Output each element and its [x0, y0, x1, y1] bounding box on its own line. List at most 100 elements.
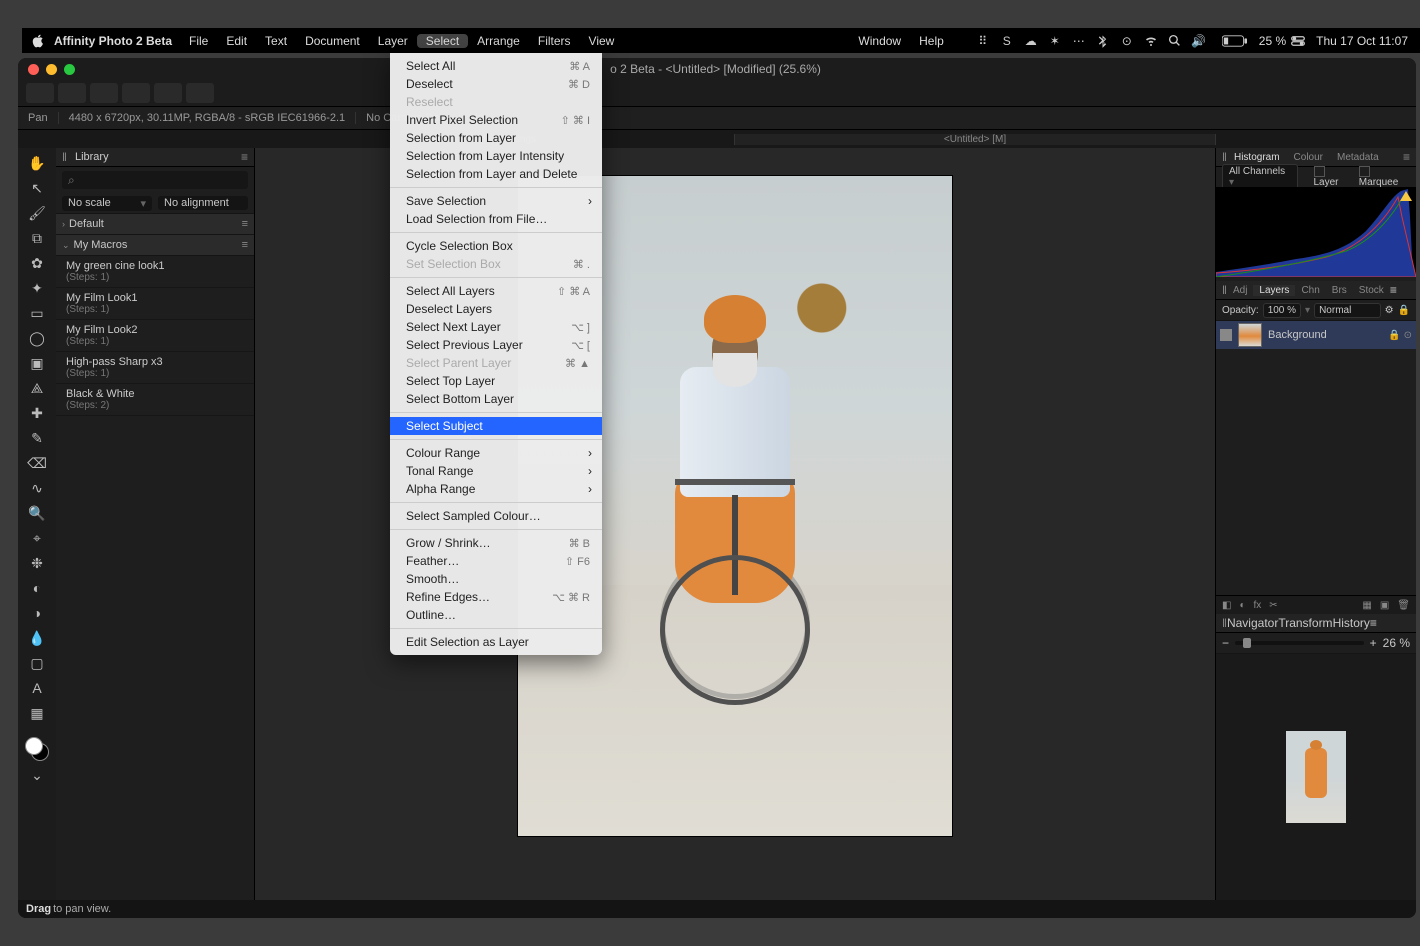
menu-window[interactable]: Window: [849, 34, 910, 48]
heal-tool[interactable]: ✚: [24, 402, 50, 424]
eraser-tool[interactable]: ⌫: [24, 452, 50, 474]
adjustment-icon[interactable]: ◐: [1239, 600, 1245, 611]
layer-item[interactable]: Background 🔒 ⊙: [1216, 321, 1416, 349]
layer-checkbox[interactable]: Layer: [1314, 166, 1351, 188]
zoom-in-button[interactable]: +: [1370, 636, 1377, 650]
panel-menu-icon[interactable]: ≡: [1370, 616, 1377, 630]
rect-tool[interactable]: ▢: [24, 652, 50, 674]
crop-tool[interactable]: ⧉: [24, 227, 50, 249]
menu-filters[interactable]: Filters: [529, 34, 580, 48]
smudge-tool[interactable]: ∿: [24, 477, 50, 499]
cloud-icon[interactable]: ☁: [1019, 34, 1043, 48]
menu-item[interactable]: Deselect⌘ D: [390, 75, 602, 93]
toolbar-btn[interactable]: [186, 83, 214, 103]
bluetooth-icon[interactable]: [1091, 34, 1115, 48]
menu-file[interactable]: File: [180, 34, 217, 48]
color-swatch[interactable]: [25, 737, 49, 761]
marquee-checkbox[interactable]: Marquee: [1359, 166, 1410, 188]
brush-tool[interactable]: 🖌: [24, 202, 50, 224]
scale-select[interactable]: No scale ▾: [62, 196, 152, 211]
delete-layer-icon[interactable]: 🗑: [1397, 600, 1410, 611]
macro-item[interactable]: Black & White(Steps: 2): [56, 384, 254, 416]
marquee-tool[interactable]: ▭: [24, 302, 50, 324]
menu-item[interactable]: Load Selection from File…: [390, 210, 602, 228]
menu-text[interactable]: Text: [256, 34, 296, 48]
mask-icon[interactable]: ◧: [1222, 600, 1231, 611]
toolbar-btn[interactable]: [58, 83, 86, 103]
menu-item[interactable]: Select All⌘ A: [390, 57, 602, 75]
dropbox-icon[interactable]: ⠿: [971, 34, 995, 48]
gear-icon[interactable]: ⚙: [1385, 305, 1394, 316]
stock-tab[interactable]: Stock: [1353, 285, 1390, 296]
macro-item[interactable]: My Film Look1(Steps: 1): [56, 288, 254, 320]
layers-tab[interactable]: Layers: [1253, 285, 1295, 296]
metadata-tab[interactable]: Metadata: [1330, 152, 1386, 163]
alignment-select[interactable]: No alignment: [158, 196, 248, 210]
library-tab[interactable]: Library: [67, 151, 117, 163]
visibility-checkbox[interactable]: [1220, 329, 1232, 341]
window-controls[interactable]: [28, 64, 75, 75]
menu-item[interactable]: Select Next Layer⌥ ]: [390, 318, 602, 336]
pencil-tool[interactable]: ✎: [24, 427, 50, 449]
menu-item[interactable]: Select Subject: [390, 417, 602, 435]
sponge-tool[interactable]: ◑: [24, 602, 50, 624]
navigator-tab[interactable]: Navigator: [1227, 616, 1278, 630]
menu-item[interactable]: Alpha Range›: [390, 480, 602, 498]
volume-icon[interactable]: 🔊: [1187, 34, 1211, 48]
menu-item[interactable]: Grow / Shrink…⌘ B: [390, 534, 602, 552]
menu-item[interactable]: Select Sampled Colour…: [390, 507, 602, 525]
menu-layer[interactable]: Layer: [369, 34, 417, 48]
menu-item[interactable]: Outline…: [390, 606, 602, 624]
dots-icon[interactable]: ⋯: [1067, 34, 1091, 48]
toolbar-btn[interactable]: [122, 83, 150, 103]
panel-menu-icon[interactable]: ≡: [1403, 150, 1410, 164]
macro-item[interactable]: My Film Look2(Steps: 1): [56, 320, 254, 352]
toolbar-btn[interactable]: [154, 83, 182, 103]
search-input[interactable]: ⌕: [62, 171, 248, 189]
history-tab[interactable]: History: [1333, 616, 1370, 630]
apple-menu[interactable]: [22, 34, 54, 48]
menu-arrange[interactable]: Arrange: [468, 34, 529, 48]
menu-item[interactable]: Cycle Selection Box: [390, 237, 602, 255]
macro-item[interactable]: High-pass Sharp x3(Steps: 1): [56, 352, 254, 384]
menu-item[interactable]: Colour Range›: [390, 444, 602, 462]
menu-item[interactable]: Selection from Layer and Delete: [390, 165, 602, 183]
group-menu-icon[interactable]: ≡: [242, 239, 248, 251]
zoom-button[interactable]: [64, 64, 75, 75]
menu-item[interactable]: Tonal Range›: [390, 462, 602, 480]
channels-tab[interactable]: Chn: [1295, 285, 1325, 296]
sync-icon[interactable]: S: [995, 34, 1019, 48]
hand-tool[interactable]: ✋: [24, 152, 50, 174]
butterfly-icon[interactable]: ✶: [1043, 34, 1067, 48]
library-group[interactable]: ⌄ My Macros ≡: [56, 235, 254, 256]
toolbar-btn[interactable]: [26, 83, 54, 103]
dropper-tool[interactable]: 💧: [24, 627, 50, 649]
colour-tab[interactable]: Colour: [1287, 152, 1330, 163]
text-tool[interactable]: A: [24, 677, 50, 699]
menu-view[interactable]: View: [580, 34, 624, 48]
menu-help[interactable]: Help: [910, 34, 953, 48]
menu-item[interactable]: Select Top Layer: [390, 372, 602, 390]
menubar-clock[interactable]: Thu 17 Oct 11:07: [1316, 34, 1408, 48]
navigator-preview[interactable]: [1216, 654, 1416, 900]
zoom-value[interactable]: 26 %: [1383, 636, 1410, 650]
menu-item[interactable]: Select Bottom Layer: [390, 390, 602, 408]
mesh-tool[interactable]: ▦: [24, 702, 50, 724]
layer-lock-icon[interactable]: 🔒 ⊙: [1388, 330, 1412, 341]
blend-mode-select[interactable]: Normal: [1314, 303, 1381, 318]
menu-item[interactable]: Selection from Layer: [390, 129, 602, 147]
minimize-button[interactable]: [46, 64, 57, 75]
add-layer-icon[interactable]: ▦: [1362, 600, 1371, 611]
group-menu-icon[interactable]: ≡: [242, 218, 248, 230]
menu-item[interactable]: Feather…⇧ F6: [390, 552, 602, 570]
histogram-tab[interactable]: Histogram: [1227, 152, 1287, 163]
menu-item[interactable]: Refine Edges…⌥ ⌘ R: [390, 588, 602, 606]
crop-layer-icon[interactable]: ✂: [1269, 600, 1277, 611]
stamp-tool[interactable]: ⌖: [24, 527, 50, 549]
menu-item[interactable]: Edit Selection as Layer: [390, 633, 602, 651]
menu-item[interactable]: Select Previous Layer⌥ [: [390, 336, 602, 354]
magic-tool[interactable]: ✦: [24, 277, 50, 299]
battery-icon[interactable]: [1211, 35, 1259, 47]
zoom-slider[interactable]: [1235, 641, 1364, 645]
brushes-tab[interactable]: Brs: [1326, 285, 1353, 296]
